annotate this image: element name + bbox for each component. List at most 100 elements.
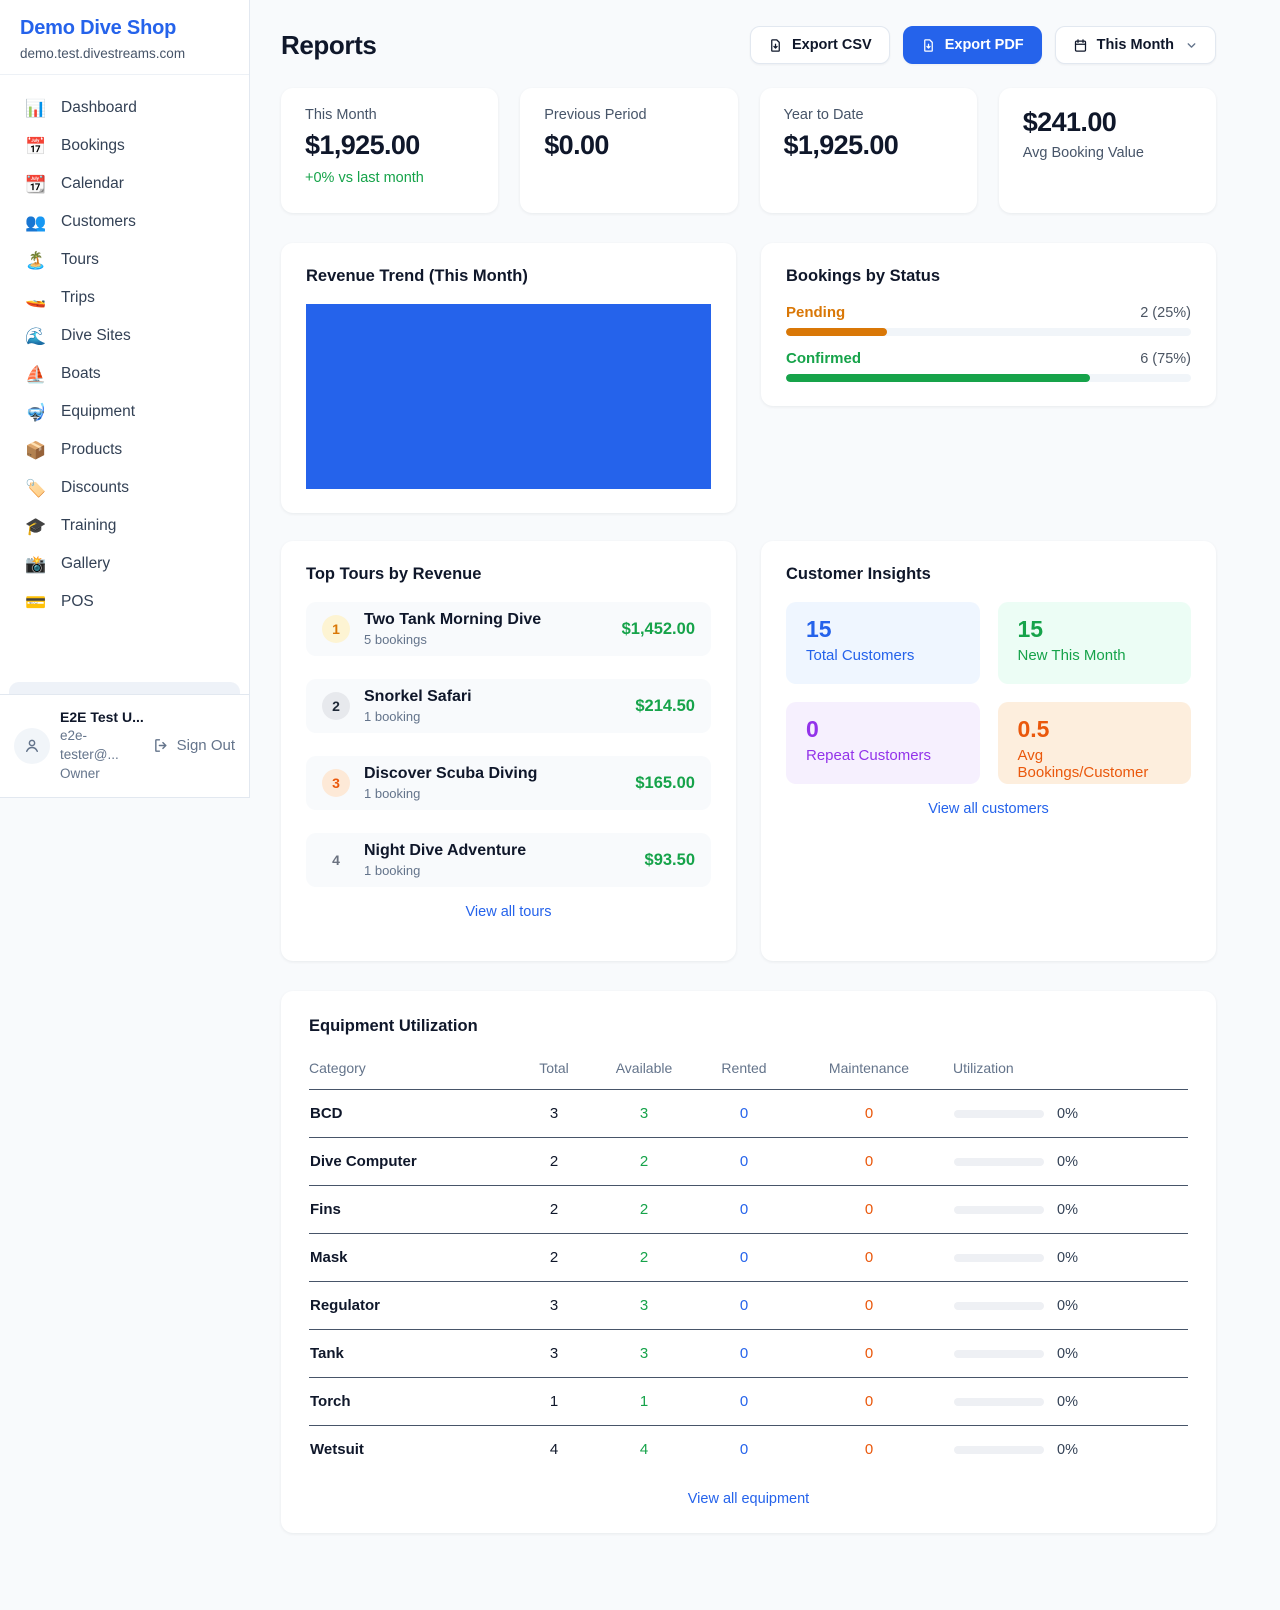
sidebar: Demo Dive Shop demo.test.divestreams.com…: [0, 0, 250, 798]
sidebar-item-label: Training: [61, 517, 116, 535]
sidebar-item-equipment[interactable]: 🤿 Equipment: [9, 393, 240, 431]
period-dropdown[interactable]: This Month: [1055, 26, 1216, 64]
status-value: 6 (75%): [1140, 351, 1191, 367]
top-tours-title: Top Tours by Revenue: [306, 565, 711, 584]
dashboard-icon: 📊: [25, 100, 47, 117]
utilization-cell: 0%: [940, 1394, 1187, 1410]
status-row-confirmed: Confirmed 6 (75%): [786, 350, 1191, 382]
export-csv-button[interactable]: Export CSV: [750, 26, 890, 64]
stat-card-previous-period: Previous Period $0.00: [520, 88, 737, 213]
sign-out-button[interactable]: Sign Out: [153, 737, 235, 754]
sidebar-item-calendar[interactable]: 📆 Calendar: [9, 165, 240, 203]
sidebar-item-label: Dashboard: [61, 99, 137, 117]
table-header-row: Category Total Available Rented Maintena…: [309, 1050, 1188, 1090]
stat-value: $1,925.00: [784, 130, 953, 161]
cell-available: 2: [599, 1138, 689, 1186]
utilization-cell: 0%: [940, 1250, 1187, 1266]
tour-bookings: 1 booking: [364, 786, 537, 801]
tour-amount: $214.50: [635, 697, 695, 716]
cell-category: Fins: [309, 1186, 509, 1234]
sidebar-item-dashboard[interactable]: 📊 Dashboard: [9, 89, 240, 127]
customer-insights-card: Customer Insights 15 Total Customers 15 …: [761, 541, 1216, 961]
cell-available: 3: [599, 1090, 689, 1138]
cell-category: Dive Computer: [309, 1138, 509, 1186]
tile-value: 15: [806, 616, 960, 643]
cell-maintenance: 0: [799, 1378, 939, 1426]
cell-total: 3: [509, 1090, 599, 1138]
page-header: Reports Export CSV Export PDF This Month: [281, 26, 1216, 64]
sidebar-item-label: Discounts: [61, 479, 129, 497]
user-info: E2E Test U... e2e-tester@... Owner: [60, 708, 143, 784]
equipment-icon: 🤿: [25, 404, 47, 421]
cell-total: 3: [509, 1282, 599, 1330]
user-name: E2E Test U...: [60, 708, 143, 728]
cell-available: 2: [599, 1186, 689, 1234]
main-content: Reports Export CSV Export PDF This Month…: [250, 0, 1280, 1533]
sidebar-item-customers[interactable]: 👥 Customers: [9, 203, 240, 241]
column-header: Maintenance: [799, 1050, 939, 1090]
cell-total: 1: [509, 1378, 599, 1426]
charts-row: Revenue Trend (This Month) Bookings by S…: [281, 243, 1216, 513]
sidebar-item-products[interactable]: 📦 Products: [9, 431, 240, 469]
stat-card-avg-booking-value: $241.00 Avg Booking Value: [999, 88, 1216, 213]
view-all-customers-link[interactable]: View all customers: [786, 801, 1191, 817]
products-icon: 📦: [25, 442, 47, 459]
tile-value: 0.5: [1018, 716, 1172, 743]
sidebar-item-gallery[interactable]: 📸 Gallery: [9, 545, 240, 583]
sidebar-item-label: Boats: [61, 365, 101, 383]
sidebar-item-training[interactable]: 🎓 Training: [9, 507, 240, 545]
column-header: Category: [309, 1050, 509, 1090]
tour-row: 3 Discover Scuba Diving 1 booking $165.0…: [306, 756, 711, 810]
sidebar-item-tours[interactable]: 🏝️ Tours: [9, 241, 240, 279]
calendar-icon: 📆: [25, 176, 47, 193]
sidebar-item-pos[interactable]: 💳 POS: [9, 583, 240, 621]
sign-out-icon: [153, 737, 170, 754]
discounts-icon: 🏷️: [25, 480, 47, 497]
tour-name: Two Tank Morning Dive: [364, 611, 541, 629]
tour-amount: $1,452.00: [622, 620, 695, 639]
view-all-tours-link[interactable]: View all tours: [306, 904, 711, 920]
table-row: BCD 3 3 0 0 0%: [309, 1090, 1188, 1138]
insights-grid: 15 Total Customers 15 New This Month 0 R…: [786, 602, 1191, 784]
table-row: Tank 3 3 0 0 0%: [309, 1330, 1188, 1378]
cell-rented: 0: [689, 1186, 799, 1234]
status-value: 2 (25%): [1140, 305, 1191, 321]
utilization-bar-track: [954, 1206, 1044, 1214]
cell-maintenance: 0: [799, 1138, 939, 1186]
tour-amount: $93.50: [645, 851, 695, 870]
revenue-trend-card: Revenue Trend (This Month): [281, 243, 736, 513]
calendar-icon: [1073, 38, 1088, 53]
stat-label: This Month: [305, 107, 474, 123]
stat-delta: +0% vs last month: [305, 170, 474, 186]
rank-badge: 1: [322, 615, 350, 643]
cell-available: 4: [599, 1426, 689, 1474]
chevron-down-icon: [1185, 39, 1198, 52]
utilization-percent: 0%: [1057, 1202, 1078, 1218]
stats-row: This Month $1,925.00 +0% vs last month P…: [281, 88, 1216, 213]
tile-label: New This Month: [1018, 647, 1172, 664]
status-label: Pending: [786, 304, 845, 321]
cell-total: 3: [509, 1330, 599, 1378]
sidebar-item-discounts[interactable]: 🏷️ Discounts: [9, 469, 240, 507]
column-header: Rented: [689, 1050, 799, 1090]
sidebar-item-boats[interactable]: ⛵ Boats: [9, 355, 240, 393]
stat-label: Year to Date: [784, 107, 953, 123]
sidebar-item-bookings[interactable]: 📅 Bookings: [9, 127, 240, 165]
cell-available: 1: [599, 1378, 689, 1426]
utilization-bar-track: [954, 1398, 1044, 1406]
export-pdf-button[interactable]: Export PDF: [903, 26, 1042, 64]
sidebar-item-trips[interactable]: 🚤 Trips: [9, 279, 240, 317]
table-row: Regulator 3 3 0 0 0%: [309, 1282, 1188, 1330]
tile-label: Avg Bookings/Customer: [1018, 747, 1172, 781]
sidebar-item-reports-partial[interactable]: [9, 682, 240, 694]
stat-label: Avg Booking Value: [1023, 145, 1192, 161]
utilization-percent: 0%: [1057, 1442, 1078, 1458]
sidebar-item-label: Bookings: [61, 137, 125, 155]
bookings-by-status-title: Bookings by Status: [786, 267, 1191, 286]
tile-value: 0: [806, 716, 960, 743]
view-all-equipment-link[interactable]: View all equipment: [309, 1491, 1188, 1507]
user-role: Owner: [60, 765, 143, 784]
table-row: Fins 2 2 0 0 0%: [309, 1186, 1188, 1234]
tour-row: 4 Night Dive Adventure 1 booking $93.50: [306, 833, 711, 887]
sidebar-item-dive-sites[interactable]: 🌊 Dive Sites: [9, 317, 240, 355]
